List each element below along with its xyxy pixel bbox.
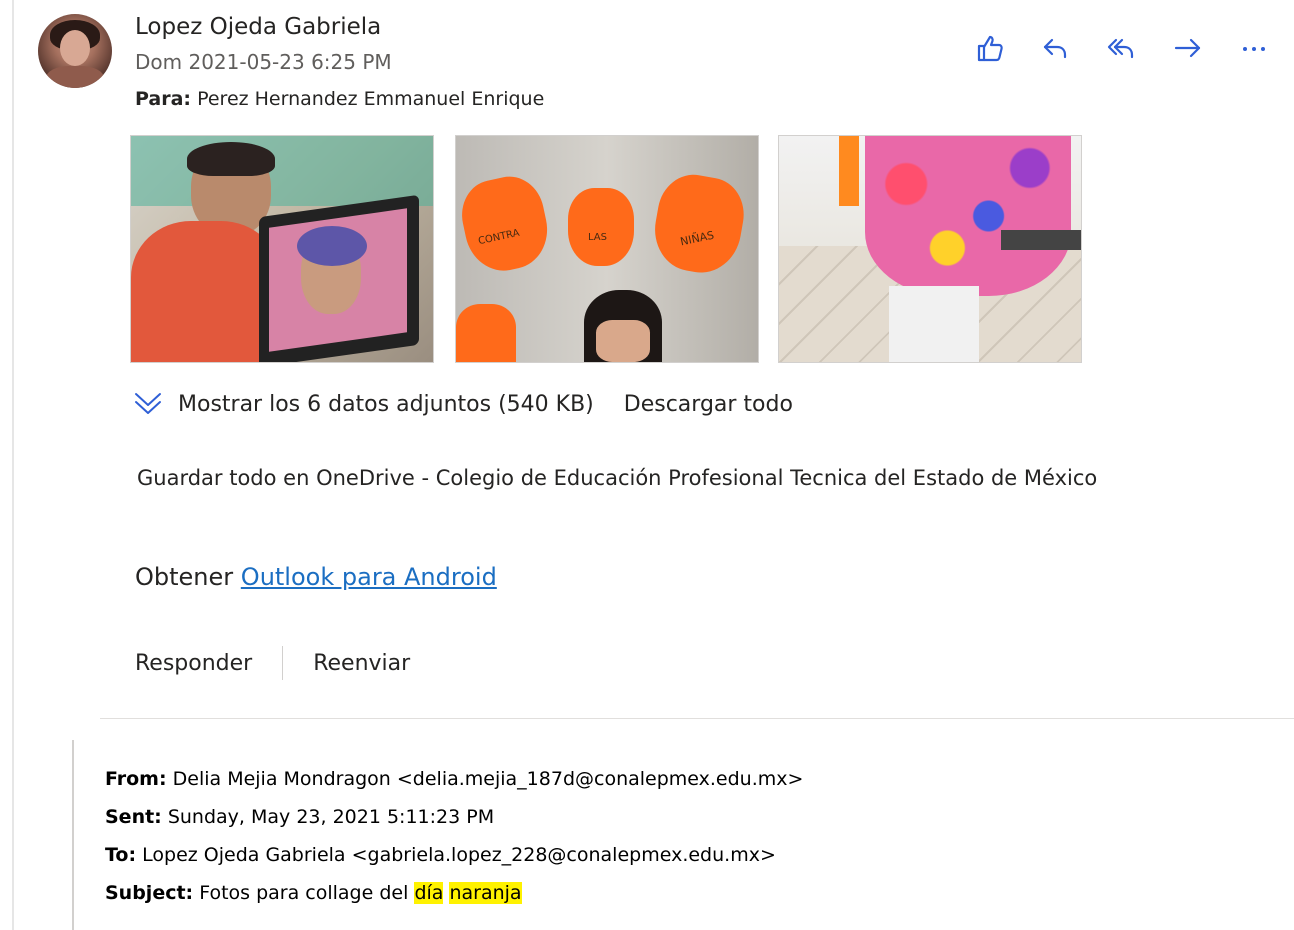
thumbs-up-icon [977,35,1003,62]
left-divider [12,0,14,930]
attachment-thumbnail-1[interactable] [130,135,434,363]
more-icon [1243,47,1265,51]
footer-separator [282,646,284,680]
reply-button[interactable] [1034,28,1078,68]
get-outlook-line: Obtener Outlook para Android [135,563,497,591]
like-button[interactable] [968,28,1012,68]
highlight-word-2: naranja [449,882,522,904]
reply-icon [1043,38,1067,59]
avatar[interactable] [38,14,112,88]
quoted-to: To: Lopez Ojeda Gabriela <gabriela.lopez… [105,844,776,866]
recipient-name[interactable]: Perez Hernandez Emmanuel Enrique [197,88,544,110]
attachment-thumbnail-3[interactable] [778,135,1082,363]
reply-all-button[interactable] [1100,28,1144,68]
save-to-onedrive-link[interactable]: Guardar todo en OneDrive - Colegio de Ed… [137,466,1097,490]
forward-link[interactable]: Reenviar [313,651,410,676]
more-options-button[interactable] [1232,28,1276,68]
outlook-android-link[interactable]: Outlook para Android [241,563,497,591]
divider [100,718,1294,719]
quoted-sent: Sent: Sunday, May 23, 2021 5:11:23 PM [105,806,495,828]
attachments-bar: Mostrar los 6 datos adjuntos (540 KB) De… [132,388,793,420]
highlight-word-1: día [414,882,444,904]
obtener-text: Obtener [135,563,234,591]
hand-label-las: LAS [588,232,607,243]
sender-name[interactable]: Lopez Ojeda Gabriela [135,14,381,40]
reply-link[interactable]: Responder [135,651,252,676]
message-date: Dom 2021-05-23 6:25 PM [135,50,392,74]
download-all-link[interactable]: Descargar todo [624,392,793,417]
reply-all-icon [1107,38,1134,59]
footer-actions: Responder Reenviar [135,646,410,680]
chevron-down-icon[interactable] [132,388,164,420]
quoted-subject: Subject: Fotos para collage del día nara… [105,882,522,904]
to-label: Para: [135,88,192,110]
quoted-header: From: Delia Mejia Mondragon <delia.mejia… [105,760,803,912]
forward-button[interactable] [1166,28,1210,68]
show-attachments-link[interactable]: Mostrar los 6 datos adjuntos (540 KB) [178,392,594,417]
quote-bar [72,740,74,930]
forward-icon [1174,38,1201,58]
recipient-line: Para: Perez Hernandez Emmanuel Enrique [135,88,544,110]
attachment-thumbnail-2[interactable]: CONTRA LAS NIÑAS [455,135,759,363]
quoted-from: From: Delia Mejia Mondragon <delia.mejia… [105,768,804,790]
message-actions [968,28,1276,68]
